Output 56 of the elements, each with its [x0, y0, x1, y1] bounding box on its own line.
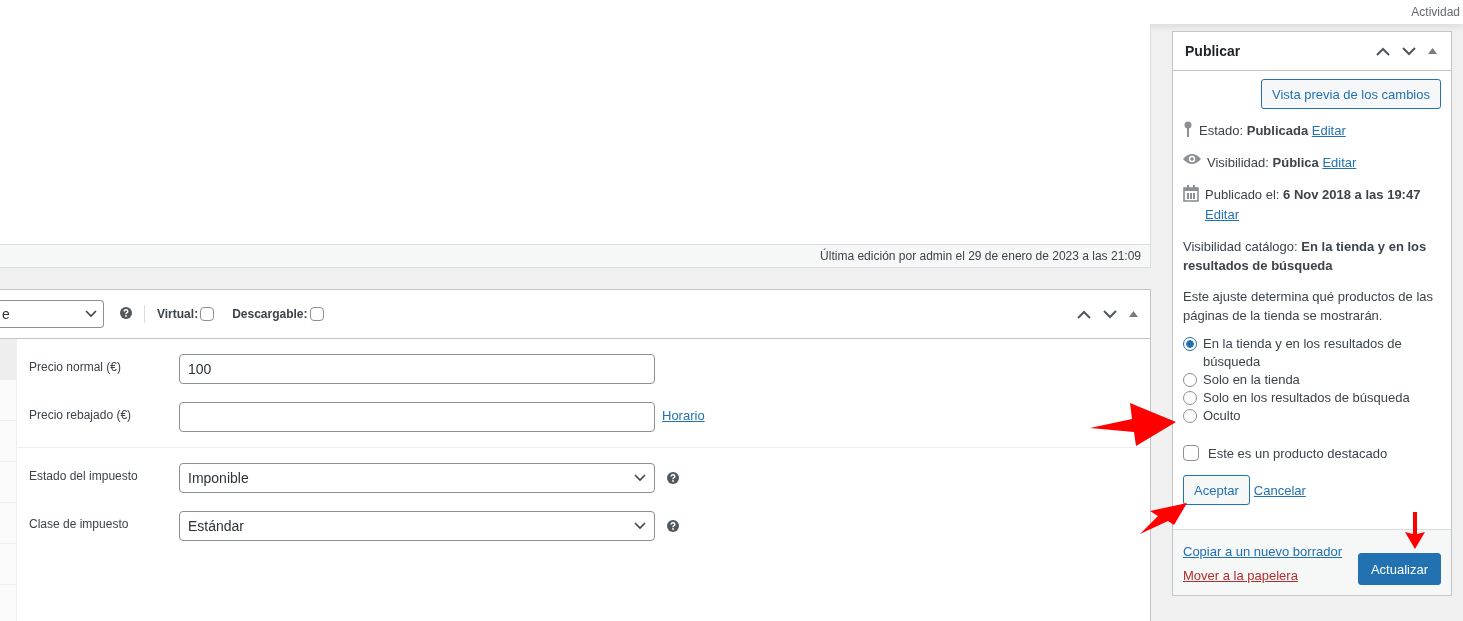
radio-button[interactable] [1183, 391, 1197, 405]
description-text: Este ajuste determina qué productos de las páginas de la tienda se mostrarán. [1183, 288, 1435, 325]
radio-button[interactable] [1183, 409, 1197, 423]
price-field[interactable] [179, 402, 655, 432]
radio-label[interactable]: Solo en la tienda [1203, 371, 1300, 389]
field-label: Estado del impuesto [29, 468, 139, 483]
radio-label[interactable]: En la tienda y en los resultados de búsqueda [1203, 335, 1441, 371]
checkbox[interactable] [1183, 445, 1199, 461]
radio-label[interactable]: Oculto [1203, 407, 1241, 425]
radio-button[interactable] [1183, 373, 1197, 387]
price-field[interactable]: 100 [179, 354, 655, 384]
publish-title: Publicar [1185, 43, 1241, 59]
help-icon[interactable] [667, 520, 679, 532]
pin-icon [1183, 121, 1193, 137]
schedule-link[interactable]: Horario [662, 402, 705, 423]
chevron-down-icon[interactable] [1402, 46, 1416, 56]
help-icon[interactable] [667, 472, 679, 484]
preview-button[interactable]: Vista previa de los cambios [1261, 79, 1441, 109]
last-edit-text: Última edición por admin el 29 de enero de 2023 a las 21:09 [0, 244, 1151, 268]
option-label: Virtual: [157, 307, 199, 321]
eye-icon [1183, 153, 1201, 165]
checkbox[interactable] [309, 307, 324, 321]
featured-label[interactable]: Este es un producto destacado [1208, 445, 1388, 461]
collapse-triangle-icon[interactable] [1129, 311, 1138, 317]
edit-link[interactable]: Editar [1311, 123, 1346, 138]
arrow-icon [1405, 512, 1425, 549]
option-label: Descargable: [232, 307, 308, 321]
cancel-link[interactable]: Cancelar [1253, 482, 1306, 498]
chevron-up-icon[interactable] [1376, 46, 1390, 56]
radio-label[interactable]: Solo en los resultados de búsqueda [1203, 389, 1410, 407]
meta-text: Visibilidad: Pública Editar [1207, 154, 1358, 172]
chevron-down-icon[interactable] [1103, 309, 1117, 319]
field-label: Precio rebajado (€) [29, 407, 133, 422]
edit-link[interactable]: Editar [1322, 155, 1357, 170]
field-label: Clase de impuesto [29, 516, 130, 531]
trash-link[interactable]: Mover a la papelera [1183, 568, 1342, 583]
catalog-visibility-text: Visibilidad catálogo: En la tienda y en los resultados de búsqueda [1183, 238, 1428, 275]
radio-button[interactable] [1183, 337, 1197, 351]
field-label: Precio normal (€) [29, 359, 123, 374]
meta-text: Estado: Publicada Editar [1199, 122, 1347, 140]
help-icon[interactable] [120, 306, 132, 319]
tax-select[interactable]: Estándar [179, 511, 655, 541]
arrow-icon [1140, 503, 1187, 534]
product-type-select[interactable]: e [0, 300, 104, 328]
meta-text: Publicado el: 6 Nov 2018 a las 19:47 Editar [1205, 186, 1422, 224]
collapse-triangle-icon[interactable] [1428, 48, 1437, 54]
arrow-icon [1090, 403, 1176, 446]
chevron-up-icon[interactable] [1077, 309, 1091, 319]
calendar-icon [1183, 185, 1199, 202]
copy-draft-link[interactable]: Copiar a un nuevo borrador [1183, 544, 1342, 559]
update-button[interactable]: Actualizar [1357, 553, 1441, 585]
edit-link[interactable]: Editar [1205, 207, 1239, 222]
accept-button[interactable]: Aceptar [1183, 475, 1250, 505]
activity-link[interactable]: Actividad [1411, 5, 1460, 19]
tax-select[interactable]: Imponible [179, 463, 655, 493]
checkbox[interactable] [200, 307, 215, 321]
